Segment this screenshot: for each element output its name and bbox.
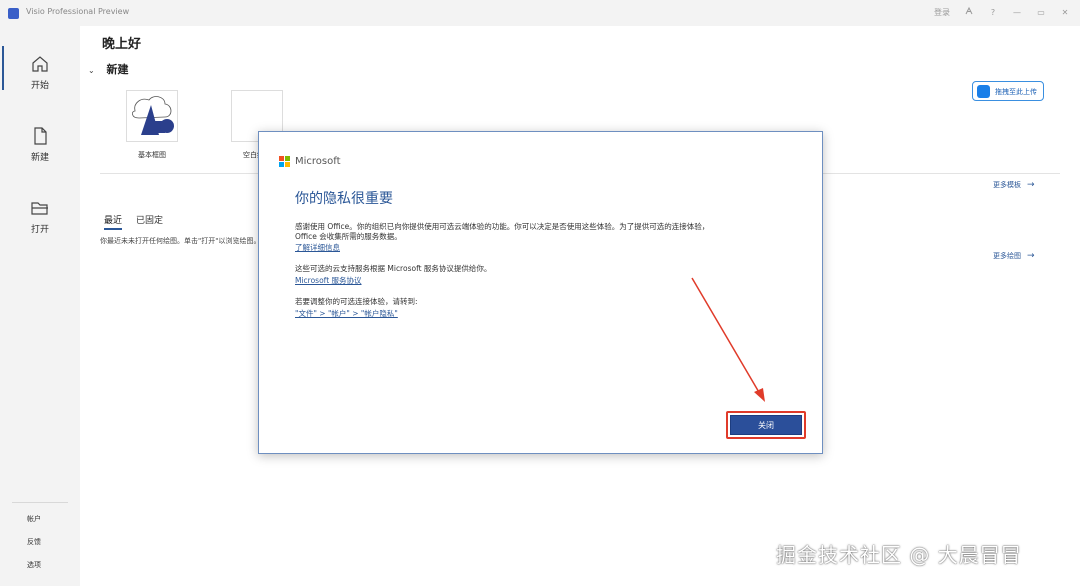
microsoft-brand: Microsoft <box>295 156 341 167</box>
upload-label: 拖拽至此上传 <box>995 88 1037 96</box>
learn-more-link[interactable]: 了解详细信息 <box>295 242 340 253</box>
nav-item-home[interactable]: 开始 <box>0 36 80 98</box>
title-bar-controls: 登录 ? — ▭ ✕ <box>934 6 1070 18</box>
template-label: 基本框图 <box>138 151 166 159</box>
dialog-paragraph: Office 会收集所需的服务数据。 <box>295 232 402 241</box>
account-privacy-link[interactable]: "文件" > "帐户" > "帐户隐私" <box>295 308 398 319</box>
chevron-down-icon: ⌄ <box>88 66 95 75</box>
dialog-paragraph: 感谢使用 Office。你的组织已向你提供使用可选云端体验的功能。你可以决定是否… <box>295 222 710 231</box>
nav-feedback[interactable]: 反馈 <box>27 537 41 547</box>
more-drawings-label: 更多绘图 <box>993 252 1021 260</box>
nav-item-open[interactable]: 打开 <box>0 180 80 242</box>
watermark: 掘金技术社区 @ 大晨冒冒 <box>776 543 1022 567</box>
more-templates-link[interactable]: 更多模板 → <box>993 180 1035 190</box>
nav-item-label: 打开 <box>30 225 49 235</box>
privacy-dialog: Microsoft 你的隐私很重要 感谢使用 Office。你的组织已向你提供使… <box>258 131 823 454</box>
tab-pinned[interactable]: 已固定 <box>136 213 163 226</box>
tab-recent[interactable]: 最近 <box>104 213 123 230</box>
arrow-right-icon: → <box>1027 251 1035 261</box>
nav-item-new[interactable]: 新建 <box>0 108 80 170</box>
new-section-header[interactable]: ⌄ 新建 <box>88 61 129 77</box>
nav-account[interactable]: 帐户 <box>27 514 41 524</box>
nav-item-label: 新建 <box>30 153 49 163</box>
greeting: 晚上好 <box>102 37 142 52</box>
microsoft-logo-icon <box>279 156 291 168</box>
new-section-title: 新建 <box>106 63 129 76</box>
template-basic-diagram[interactable] <box>126 90 178 142</box>
nav-divider <box>12 502 68 503</box>
arrow-right-icon: → <box>1027 180 1035 190</box>
dialog-title: 你的隐私很重要 <box>295 191 393 207</box>
minimize-button[interactable]: — <box>1012 8 1022 17</box>
folder-open-icon <box>31 202 48 215</box>
nav-item-label: 开始 <box>30 81 49 91</box>
app-title: Visio Professional Preview <box>26 7 130 16</box>
nav-options[interactable]: 选项 <box>27 560 41 570</box>
more-drawings-link[interactable]: 更多绘图 → <box>993 251 1035 261</box>
restore-button[interactable]: ▭ <box>1036 8 1046 17</box>
help-button[interactable]: ? <box>988 8 998 17</box>
login-button[interactable]: 登录 <box>934 7 950 18</box>
cloud-upload-icon <box>977 85 990 98</box>
drag-upload-button[interactable]: 拖拽至此上传 <box>972 81 1044 101</box>
home-icon <box>32 56 48 72</box>
close-window-button[interactable]: ✕ <box>1060 8 1070 17</box>
more-templates-label: 更多模板 <box>993 181 1021 189</box>
dialog-paragraph: 若要调整你的可选连接体验，请转到: <box>295 297 418 306</box>
dialog-paragraph: 这些可选的云支持服务根据 Microsoft 服务协议提供给你。 <box>295 264 492 273</box>
basic-diagram-thumbnail-icon <box>131 96 174 135</box>
title-bar: Visio Professional Preview 登录 ? — ▭ ✕ <box>0 0 1080 26</box>
empty-recent-text: 你最近未未打开任何绘图。单击"打开"以浏览绘图。 <box>100 237 261 245</box>
coauthor-icon[interactable] <box>964 6 974 18</box>
new-document-icon <box>34 127 47 145</box>
left-nav: 开始 新建 打开 帐户 反馈 选项 <box>0 26 80 586</box>
visio-logo-icon <box>8 8 19 19</box>
close-dialog-button[interactable]: 关闭 <box>730 415 802 435</box>
service-agreement-link[interactable]: Microsoft 服务协议 <box>295 275 362 286</box>
